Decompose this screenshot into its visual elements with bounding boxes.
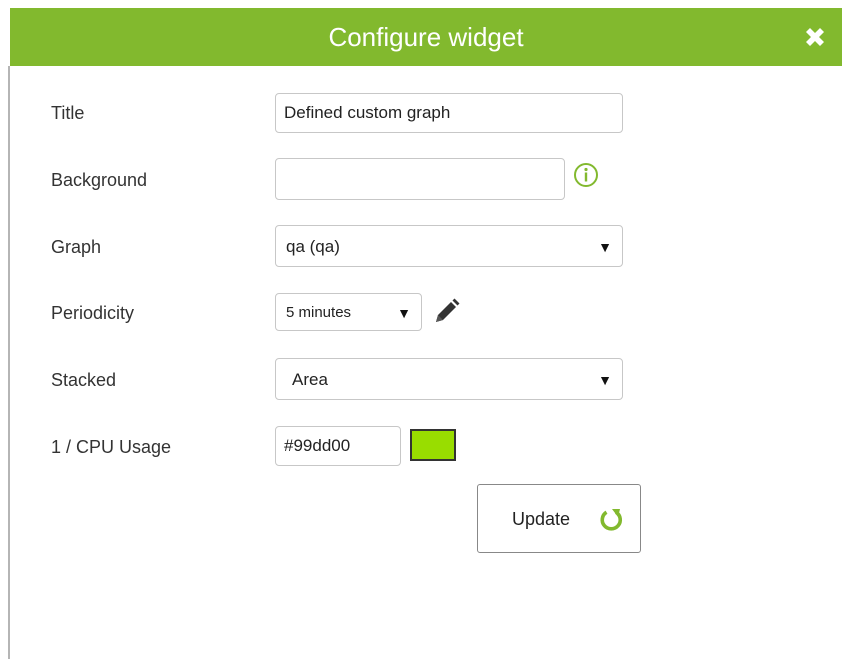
stacked-select[interactable]: Area ▼ bbox=[275, 358, 623, 400]
chevron-down-icon: ▼ bbox=[397, 305, 411, 321]
dialog-header: Configure widget bbox=[10, 8, 842, 66]
series-color-label: 1 / CPU Usage bbox=[51, 437, 172, 457]
graph-label: Graph bbox=[51, 237, 102, 257]
chevron-down-icon: ▼ bbox=[598, 239, 612, 255]
update-button[interactable]: Update bbox=[477, 484, 641, 553]
graph-select-value: qa (qa) bbox=[286, 237, 340, 256]
background-label: Background bbox=[51, 170, 148, 190]
title-input[interactable] bbox=[275, 93, 623, 133]
background-input[interactable] bbox=[275, 158, 565, 200]
stacked-select-value: Area bbox=[292, 370, 328, 389]
configure-widget-dialog: Configure widget Title Background Graph … bbox=[10, 0, 842, 659]
dialog-title: Configure widget bbox=[328, 22, 524, 52]
close-icon[interactable] bbox=[802, 24, 828, 50]
periodicity-select[interactable]: 5 minutes ▼ bbox=[275, 293, 422, 331]
title-label: Title bbox=[51, 103, 85, 123]
update-button-label: Update bbox=[512, 509, 571, 529]
refresh-icon bbox=[598, 507, 624, 533]
graph-select[interactable]: qa (qa) ▼ bbox=[275, 225, 623, 267]
color-swatch[interactable] bbox=[410, 429, 456, 461]
periodicity-label: Periodicity bbox=[51, 303, 135, 323]
pencil-icon[interactable] bbox=[430, 296, 462, 328]
series-color-input[interactable] bbox=[275, 426, 401, 466]
periodicity-select-value: 5 minutes bbox=[286, 304, 352, 321]
stacked-label: Stacked bbox=[51, 370, 117, 390]
chevron-down-icon: ▼ bbox=[598, 372, 612, 388]
info-icon[interactable] bbox=[573, 162, 599, 188]
